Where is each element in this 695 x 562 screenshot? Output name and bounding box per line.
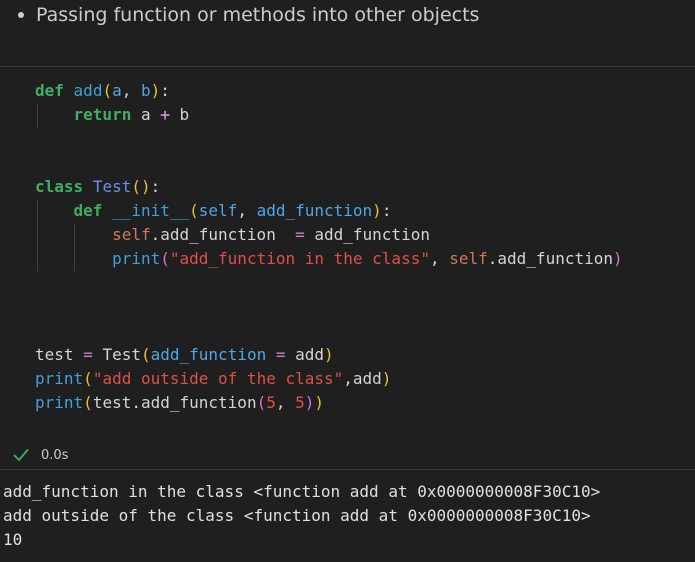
- code-token: ): [381, 369, 392, 388]
- markdown-cell[interactable]: Passing function or methods into other o…: [0, 0, 695, 66]
- code-token: =: [83, 345, 93, 364]
- code-token: print: [35, 393, 84, 412]
- output-line: add outside of the class <function add a…: [3, 506, 591, 525]
- code-token: ,: [121, 81, 141, 100]
- code-token: :: [150, 177, 161, 196]
- code-token: "add outside of the class": [92, 369, 344, 388]
- code-token: test: [35, 345, 74, 364]
- code-token: Test: [92, 177, 132, 196]
- code-token: ): [613, 249, 623, 268]
- code-token: ): [372, 201, 382, 220]
- code-token: a: [131, 105, 161, 124]
- code-line: print(test.add_function(5, 5)): [35, 391, 324, 415]
- execution-time: 0.0s: [41, 447, 69, 463]
- code-token: add_function: [304, 225, 430, 244]
- code-token: (): [131, 177, 151, 196]
- code-token: b: [141, 81, 151, 100]
- code-token: ): [324, 345, 334, 364]
- code-token: ,: [275, 393, 296, 412]
- code-token: .add_function: [150, 225, 296, 244]
- code-token: def: [73, 201, 103, 220]
- code-token: ,add: [343, 369, 382, 388]
- code-token: test.add_function: [92, 393, 257, 412]
- cell-execution-status: 0.0s: [12, 444, 68, 466]
- code-token: self: [198, 201, 238, 220]
- markdown-bullet-item: Passing function or methods into other o…: [18, 2, 479, 28]
- code-line: def __init__(self, add_function):: [35, 199, 392, 223]
- code-token: .add_function: [487, 249, 613, 268]
- code-line: class Test():: [35, 175, 160, 199]
- code-token: a: [112, 81, 122, 100]
- code-token: ,: [237, 201, 257, 220]
- code-token: (: [189, 201, 199, 220]
- code-token: :: [160, 81, 170, 100]
- cell-output: add_function in the class <function add …: [0, 470, 695, 562]
- markdown-bullet-text: Passing function or methods into other o…: [36, 4, 480, 26]
- code-token: print: [35, 369, 84, 388]
- code-token: (: [256, 393, 267, 412]
- code-token: (: [83, 369, 93, 388]
- code-token: "add_function in the class": [169, 249, 430, 268]
- code-token: self: [449, 249, 488, 268]
- code-line: test = Test(add_function = add): [35, 343, 334, 367]
- code-token: (: [83, 393, 93, 412]
- code-token: ): [304, 393, 315, 412]
- code-token: (: [160, 249, 170, 268]
- code-token: b: [169, 105, 190, 124]
- code-line: return a + b: [35, 103, 190, 127]
- code-token: add_function: [256, 201, 373, 220]
- code-token: (: [140, 345, 151, 364]
- code-token: class: [35, 177, 84, 196]
- code-token: =: [295, 225, 305, 244]
- code-line: print("add_function in the class", self.…: [35, 247, 623, 271]
- code-line: def add(a, b):: [35, 79, 170, 103]
- code-token: ): [150, 81, 161, 100]
- code-line: self.add_function = add_function: [35, 223, 430, 247]
- code-token: :: [381, 201, 392, 220]
- code-token: 5: [295, 393, 305, 412]
- code-token: __init__: [112, 201, 190, 220]
- output-line: add_function in the class <function add …: [3, 482, 601, 501]
- code-token: =: [275, 345, 286, 364]
- code-token: (: [102, 81, 113, 100]
- code-token: print: [112, 249, 161, 268]
- code-token: Test: [92, 345, 141, 364]
- code-token: return: [73, 105, 132, 124]
- code-token: 5: [266, 393, 276, 412]
- code-token: add_function: [150, 345, 267, 364]
- code-editor[interactable]: def add(a, b): return a + b class Test():…: [0, 67, 695, 435]
- bullet-icon: [18, 12, 24, 18]
- output-line: 10: [3, 530, 23, 549]
- code-token: ,: [429, 249, 450, 268]
- code-token: def: [35, 81, 64, 100]
- code-token: ): [314, 393, 325, 412]
- code-token: add: [73, 81, 103, 100]
- check-icon: [13, 449, 29, 461]
- code-line: print("add outside of the class",add): [35, 367, 391, 391]
- code-token: +: [160, 105, 170, 124]
- code-token: self: [112, 225, 151, 244]
- code-token: add: [285, 345, 325, 364]
